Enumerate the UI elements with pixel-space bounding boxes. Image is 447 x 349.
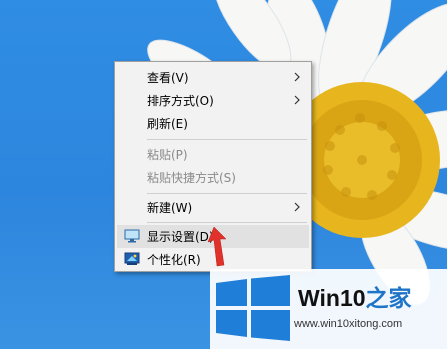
chevron-right-icon [294,202,300,212]
menu-item-view[interactable]: 查看(V) [117,66,309,89]
menu-separator [147,222,307,223]
desktop[interactable]: 查看(V) 排序方式(O) 刷新(E) 粘贴(P) 粘贴快捷方式(S) 新建(W… [0,0,447,349]
monitor-icon [124,229,140,243]
chevron-right-icon [294,95,300,105]
menu-item-refresh[interactable]: 刷新(E) [117,112,309,135]
menu-item-new[interactable]: 新建(W) [117,196,309,219]
menu-item-label: 粘贴(P) [147,148,188,162]
watermark-title-brand: 之家 [365,285,412,311]
menu-item-label: 个性化(R) [147,253,201,267]
menu-item-paste[interactable]: 粘贴(P) [117,143,309,166]
watermark-title-main: Win10 [298,285,366,311]
menu-item-label: 查看(V) [147,71,189,85]
menu-item-label: 粘贴快捷方式(S) [147,171,236,185]
menu-item-label: 排序方式(O) [147,94,214,108]
win10-watermark: Win10之家 www.win10xitong.com [210,269,447,349]
watermark-url: www.win10xitong.com [294,318,403,330]
menu-item-sort-by[interactable]: 排序方式(O) [117,89,309,112]
menu-item-label: 新建(W) [147,201,193,215]
menu-item-paste-shortcut[interactable]: 粘贴快捷方式(S) [117,166,309,189]
menu-separator [147,139,307,140]
menu-separator [147,193,307,194]
personalize-icon [124,252,140,265]
chevron-right-icon [294,72,300,82]
red-arrow-pointer-icon [207,226,227,267]
menu-item-label: 刷新(E) [147,117,188,131]
watermark-title: Win10之家 [298,279,412,313]
menu-item-label: 显示设置(D) [147,230,214,244]
windows-logo-icon [216,275,290,341]
